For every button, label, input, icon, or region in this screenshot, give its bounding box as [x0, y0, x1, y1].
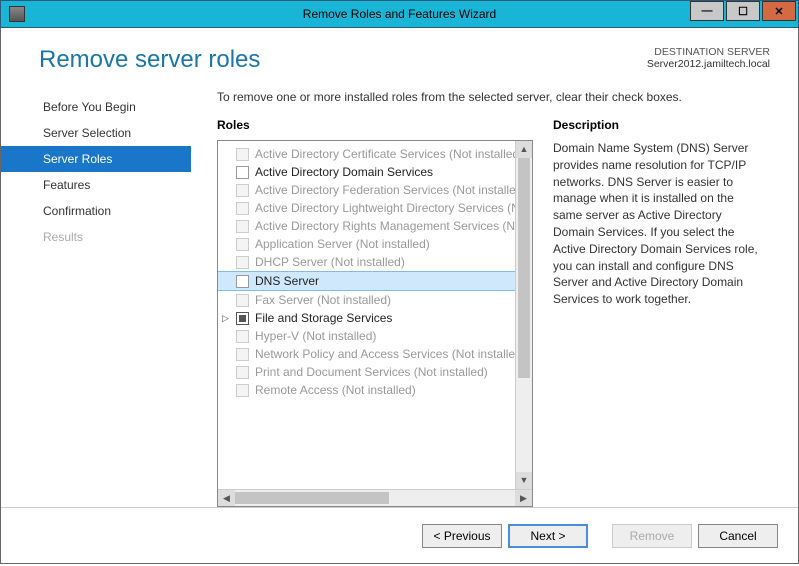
window-title: Remove Roles and Features Wizard: [303, 7, 496, 21]
role-label: Active Directory Lightweight Directory S…: [255, 201, 532, 215]
instruction-text: To remove one or more installed roles fr…: [217, 84, 772, 118]
role-label: Remote Access (Not installed): [255, 383, 416, 397]
wizard-steps-sidebar: Before You BeginServer SelectionServer R…: [1, 84, 191, 507]
role-row: Print and Document Services (Not install…: [218, 363, 532, 381]
role-checkbox: [236, 330, 249, 343]
role-label: Network Policy and Access Services (Not …: [255, 347, 526, 361]
remove-button: Remove: [612, 524, 692, 548]
role-checkbox[interactable]: [236, 275, 249, 288]
role-row: Remote Access (Not installed): [218, 381, 532, 399]
scroll-right-icon[interactable]: ▶: [515, 490, 532, 506]
role-row: Hyper-V (Not installed): [218, 327, 532, 345]
minimize-button[interactable]: —: [690, 1, 724, 21]
destination-server-name: Server2012.jamiltech.local: [647, 58, 770, 70]
role-checkbox: [236, 220, 249, 233]
role-row: Active Directory Lightweight Directory S…: [218, 199, 532, 217]
sidebar-item-confirmation[interactable]: Confirmation: [1, 198, 191, 224]
role-row: DHCP Server (Not installed): [218, 253, 532, 271]
previous-button[interactable]: < Previous: [422, 524, 502, 548]
role-checkbox: [236, 294, 249, 307]
role-label: DHCP Server (Not installed): [255, 255, 405, 269]
titlebar[interactable]: Remove Roles and Features Wizard — ☐ ✕: [0, 0, 799, 28]
roles-listbox[interactable]: Active Directory Certificate Services (N…: [217, 140, 533, 507]
role-checkbox: [236, 366, 249, 379]
role-label: Fax Server (Not installed): [255, 293, 391, 307]
destination-server-box: DESTINATION SERVER Server2012.jamiltech.…: [647, 46, 770, 70]
role-row: Application Server (Not installed): [218, 235, 532, 253]
role-row: Fax Server (Not installed): [218, 291, 532, 309]
role-row: Network Policy and Access Services (Not …: [218, 345, 532, 363]
sidebar-item-server-roles[interactable]: Server Roles: [1, 146, 191, 172]
horizontal-scrollbar[interactable]: ◀ ▶: [218, 489, 532, 506]
role-checkbox: [236, 184, 249, 197]
role-label: Hyper-V (Not installed): [255, 329, 376, 343]
next-button[interactable]: Next >: [508, 524, 588, 548]
sidebar-item-server-selection[interactable]: Server Selection: [1, 120, 191, 146]
wizard-footer: < Previous Next > Remove Cancel: [1, 507, 798, 563]
destination-label: DESTINATION SERVER: [647, 46, 770, 58]
roles-column-header: Roles: [217, 118, 533, 132]
maximize-button[interactable]: ☐: [726, 1, 760, 21]
hscroll-thumb[interactable]: [235, 492, 389, 504]
role-checkbox: [236, 256, 249, 269]
role-checkbox: [236, 384, 249, 397]
app-icon: [9, 6, 25, 22]
description-text: Domain Name System (DNS) Server provides…: [553, 140, 772, 308]
vertical-scrollbar[interactable]: ▲ ▼: [515, 141, 532, 489]
scroll-down-icon[interactable]: ▼: [516, 472, 532, 489]
role-row[interactable]: Active Directory Domain Services: [218, 163, 532, 181]
role-checkbox[interactable]: [236, 166, 249, 179]
role-checkbox: [236, 148, 249, 161]
role-row[interactable]: ▷ File and Storage Services: [218, 309, 532, 327]
role-row: Active Directory Rights Management Servi…: [218, 217, 532, 235]
role-checkbox: [236, 348, 249, 361]
scroll-thumb[interactable]: [518, 158, 530, 378]
scroll-up-icon[interactable]: ▲: [516, 141, 532, 158]
role-row: Active Directory Federation Services (No…: [218, 181, 532, 199]
role-row: Active Directory Certificate Services (N…: [218, 145, 532, 163]
role-label: Active Directory Domain Services: [255, 165, 433, 179]
role-label: Active Directory Certificate Services (N…: [255, 147, 523, 161]
page-title: Remove server roles: [39, 46, 260, 74]
sidebar-item-features[interactable]: Features: [1, 172, 191, 198]
scroll-left-icon[interactable]: ◀: [218, 490, 235, 506]
role-label: File and Storage Services: [255, 311, 392, 325]
role-label: Print and Document Services (Not install…: [255, 365, 488, 379]
role-checkbox[interactable]: [236, 312, 249, 325]
role-label: Active Directory Federation Services (No…: [255, 183, 526, 197]
close-button[interactable]: ✕: [762, 1, 796, 21]
expand-icon[interactable]: ▷: [222, 313, 229, 324]
role-checkbox: [236, 238, 249, 251]
role-label: Active Directory Rights Management Servi…: [255, 219, 532, 233]
role-row[interactable]: DNS Server: [218, 271, 532, 291]
role-checkbox: [236, 202, 249, 215]
description-column-header: Description: [553, 118, 772, 132]
role-label: DNS Server: [255, 274, 319, 288]
sidebar-item-before-you-begin[interactable]: Before You Begin: [1, 94, 191, 120]
role-label: Application Server (Not installed): [255, 237, 430, 251]
sidebar-item-results: Results: [1, 224, 191, 250]
cancel-button[interactable]: Cancel: [698, 524, 778, 548]
